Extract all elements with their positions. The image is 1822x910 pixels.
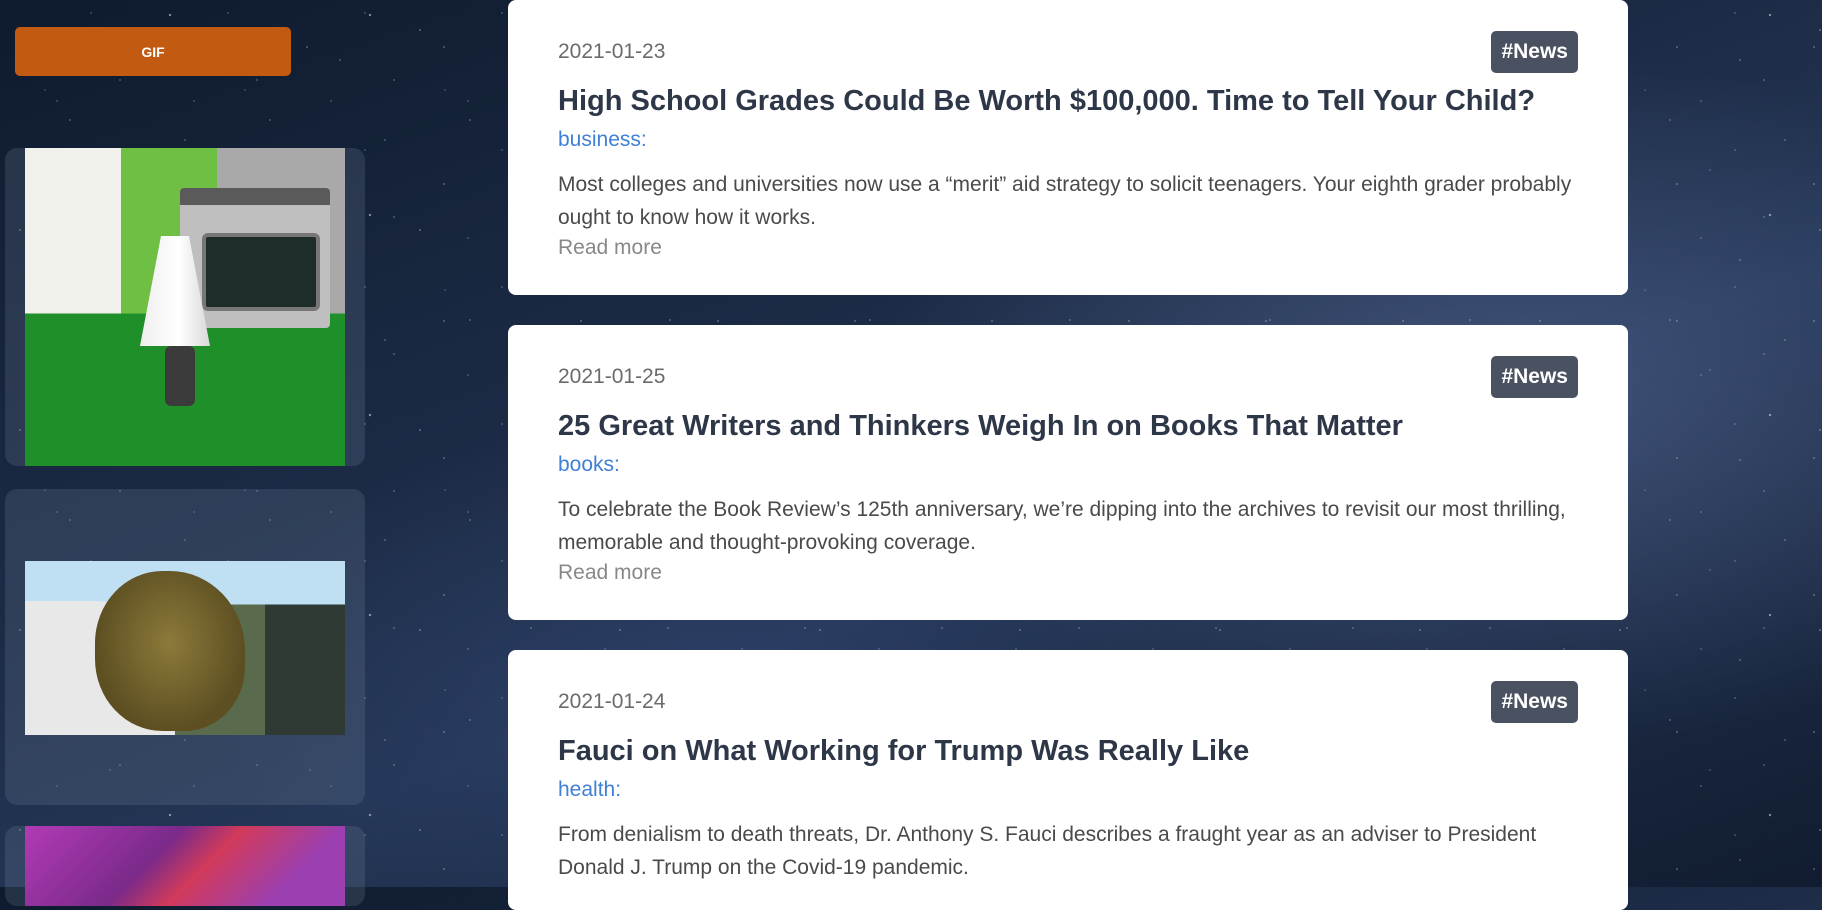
gif-image-lamp-kitchen[interactable] bbox=[25, 148, 345, 466]
legs-shape bbox=[165, 346, 195, 406]
gif-card[interactable] bbox=[5, 148, 365, 466]
news-tag[interactable]: #News bbox=[1491, 31, 1578, 73]
read-more-link[interactable]: Read more bbox=[558, 236, 662, 260]
article-title[interactable]: High School Grades Could Be Worth $100,0… bbox=[558, 85, 1535, 118]
article-card: 2021-01-24 #News Fauci on What Working f… bbox=[508, 650, 1628, 910]
article-title[interactable]: 25 Great Writers and Thinkers Weigh In o… bbox=[558, 410, 1403, 443]
gif-card[interactable] bbox=[5, 826, 365, 906]
gif-image-purple[interactable] bbox=[25, 826, 345, 906]
article-title[interactable]: Fauci on What Working for Trump Was Real… bbox=[558, 735, 1249, 768]
article-category-link[interactable]: books: bbox=[558, 453, 620, 477]
news-tag[interactable]: #News bbox=[1491, 356, 1578, 398]
article-description: Most colleges and universities now use a… bbox=[558, 173, 1572, 229]
gif-image-dog-car[interactable] bbox=[25, 561, 345, 735]
article-date: 2021-01-23 bbox=[558, 40, 666, 63]
article-description: To celebrate the Book Review’s 125th ann… bbox=[558, 498, 1566, 554]
article-description: From denialism to death threats, Dr. Ant… bbox=[558, 823, 1537, 879]
article-card: 2021-01-25 #News 25 Great Writers and Th… bbox=[508, 325, 1628, 620]
article-date: 2021-01-25 bbox=[558, 365, 666, 388]
article-category-link[interactable]: business: bbox=[558, 128, 647, 152]
gif-card[interactable] bbox=[5, 489, 365, 805]
article-card: 2021-01-23 #News High School Grades Coul… bbox=[508, 0, 1628, 295]
gif-button[interactable]: GIF bbox=[15, 27, 291, 76]
article-category-link[interactable]: health: bbox=[558, 778, 621, 802]
read-more-link[interactable]: Read more bbox=[558, 561, 662, 585]
dog-shape bbox=[95, 571, 245, 731]
news-tag[interactable]: #News bbox=[1491, 681, 1578, 723]
article-date: 2021-01-24 bbox=[558, 690, 666, 713]
